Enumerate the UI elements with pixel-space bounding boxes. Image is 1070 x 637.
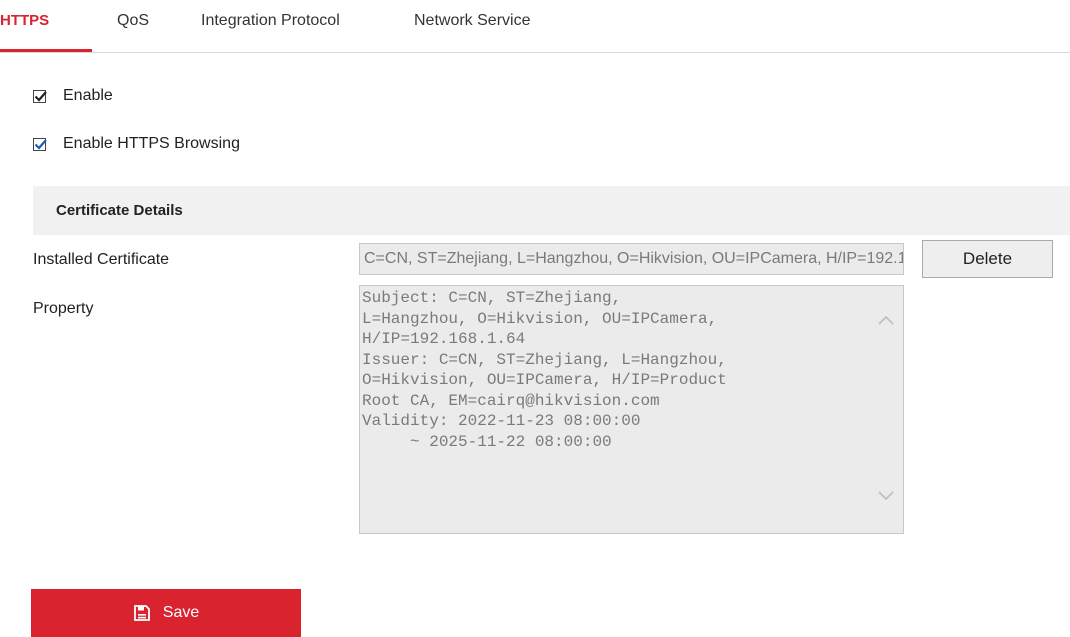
certificate-details-header: Certificate Details [33, 186, 1070, 235]
enable-https-browsing-option[interactable]: Enable HTTPS Browsing [33, 135, 240, 153]
tab-integration-protocol[interactable]: Integration Protocol [201, 12, 340, 30]
property-textarea[interactable]: Subject: C=CN, ST=Zhejiang, L=Hangzhou, … [359, 285, 904, 534]
scroll-down-icon[interactable] [877, 490, 895, 502]
installed-certificate-field[interactable]: C=CN, ST=Zhejiang, L=Hangzhou, O=Hikvisi… [359, 243, 904, 275]
section-title: Certificate Details [56, 202, 183, 219]
active-tab-indicator [0, 49, 92, 52]
enable-https-browsing-checkbox[interactable] [33, 137, 47, 151]
tab-https[interactable]: HTTPS [0, 12, 49, 29]
enable-https-browsing-label: Enable HTTPS Browsing [63, 135, 240, 152]
tab-bar: HTTPS QoS Integration Protocol Network S… [0, 0, 1070, 53]
scroll-up-icon[interactable] [877, 314, 895, 326]
delete-button[interactable]: Delete [922, 240, 1053, 278]
tab-network-service[interactable]: Network Service [414, 12, 530, 30]
checkmark-icon [34, 90, 47, 102]
save-label: Save [162, 604, 200, 621]
tab-qos[interactable]: QoS [117, 12, 149, 30]
enable-checkbox[interactable] [33, 89, 47, 103]
checkmark-icon [34, 138, 47, 150]
save-button[interactable]: Save [31, 589, 301, 637]
enable-label: Enable [63, 87, 113, 104]
floppy-disk-icon [133, 604, 151, 622]
enable-option[interactable]: Enable [33, 87, 113, 105]
installed-certificate-label: Installed Certificate [33, 251, 170, 268]
property-text: Subject: C=CN, ST=Zhejiang, L=Hangzhou, … [362, 289, 727, 451]
property-label: Property [33, 300, 94, 317]
